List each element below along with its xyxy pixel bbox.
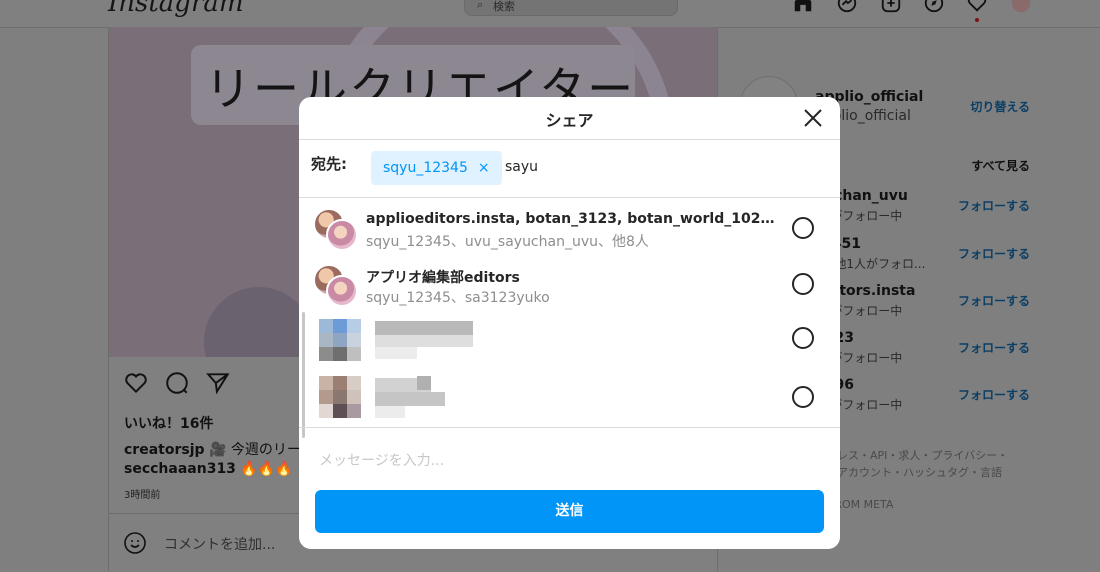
select-radio[interactable] [792,386,814,408]
footer-links-1[interactable]: ・プレス・API・求人・プライバシー・ [815,447,1008,463]
comment-input[interactable]: コメントを追加... [164,534,275,554]
instagram-logo[interactable]: Instagram [108,0,244,18]
result-subtitle: sqyu_12345、sa3123yuko [366,290,550,306]
send-button[interactable]: 送信 [315,490,824,533]
media-decor-blob [204,287,314,357]
avatar [326,275,358,307]
follow-button[interactable]: フォローする [958,292,1030,309]
select-radio[interactable] [792,273,814,295]
recipient-row: 宛先: sqyu_12345 × [299,140,840,198]
recipient-label: 宛先: [311,155,347,173]
caption-username[interactable]: creatorsjp [124,442,205,458]
messenger-icon[interactable] [836,0,858,14]
caption2-text: 🔥🔥🔥 [240,461,293,477]
result-subtitle: sqyu_12345、uvu_sayuchan_uvu、他8人 [366,234,649,250]
like-icon[interactable] [123,370,149,396]
result-row[interactable]: アプリオ編集部editors sqyu_12345、sa3123yuko [299,257,840,313]
footer-links-2[interactable]: 人気アカウント・ハッシュタグ・言語 [815,464,1002,480]
group-avatar [314,265,358,307]
avatar [326,219,358,251]
recipient-chip-label: sqyu_12345 [383,160,468,176]
follow-button[interactable]: フォローする [958,245,1030,262]
caption2-username[interactable]: secchaaan313 [124,461,236,477]
caption-line-2: secchaaan313 🔥🔥🔥 [124,461,293,477]
message-input[interactable]: メッセージを入力... [319,450,444,470]
activity-heart-icon[interactable] [966,0,988,14]
follow-button[interactable]: フォローする [958,339,1030,356]
close-icon[interactable] [801,106,825,130]
share-dialog: シェア 宛先: sqyu_12345 × applioeditors.insta… [299,97,840,549]
message-divider [299,427,840,429]
top-nav-bar: Instagram ⌕ 検索 [0,0,1100,28]
post-time: 3時間前 [124,490,161,501]
like-count[interactable]: いいね！16件 [124,413,213,433]
select-radio[interactable] [792,217,814,239]
profile-avatar-icon[interactable] [1010,0,1032,14]
new-post-icon[interactable] [880,0,902,14]
switch-account-link[interactable]: 切り替える [970,98,1030,115]
remove-recipient-icon[interactable]: × [478,160,490,176]
caption-line-1: creatorsjp 🎥 今週のリール [124,439,315,459]
dialog-title: シェア [545,111,594,130]
recipient-search-input[interactable] [505,157,825,177]
search-box[interactable]: ⌕ 検索 [464,0,678,16]
share-icon[interactable] [205,370,231,396]
see-all-link[interactable]: すべて見る [971,157,1030,174]
result-title: アプリオ編集部editors [366,270,520,286]
search-icon: ⌕ [477,0,484,11]
emoji-icon[interactable] [123,531,147,555]
recipient-chip[interactable]: sqyu_12345 × [371,151,502,185]
select-radio[interactable] [792,327,814,349]
follow-button[interactable]: フォローする [958,197,1030,214]
redacted-result-row[interactable] [299,311,840,367]
search-placeholder: 検索 [493,0,515,13]
post-actions [123,370,241,400]
notification-dot [975,18,979,22]
redacted-result-row[interactable] [299,370,840,426]
result-row[interactable]: applioeditors.insta, botan_3123, botan_w… [299,201,840,257]
follow-button[interactable]: フォローする [958,386,1030,403]
explore-icon[interactable] [923,0,945,14]
result-title: applioeditors.insta, botan_3123, botan_w… [366,211,776,227]
group-avatar [314,209,358,251]
home-icon[interactable] [792,0,814,14]
dialog-header: シェア [299,97,840,140]
comment-icon[interactable] [164,370,190,396]
